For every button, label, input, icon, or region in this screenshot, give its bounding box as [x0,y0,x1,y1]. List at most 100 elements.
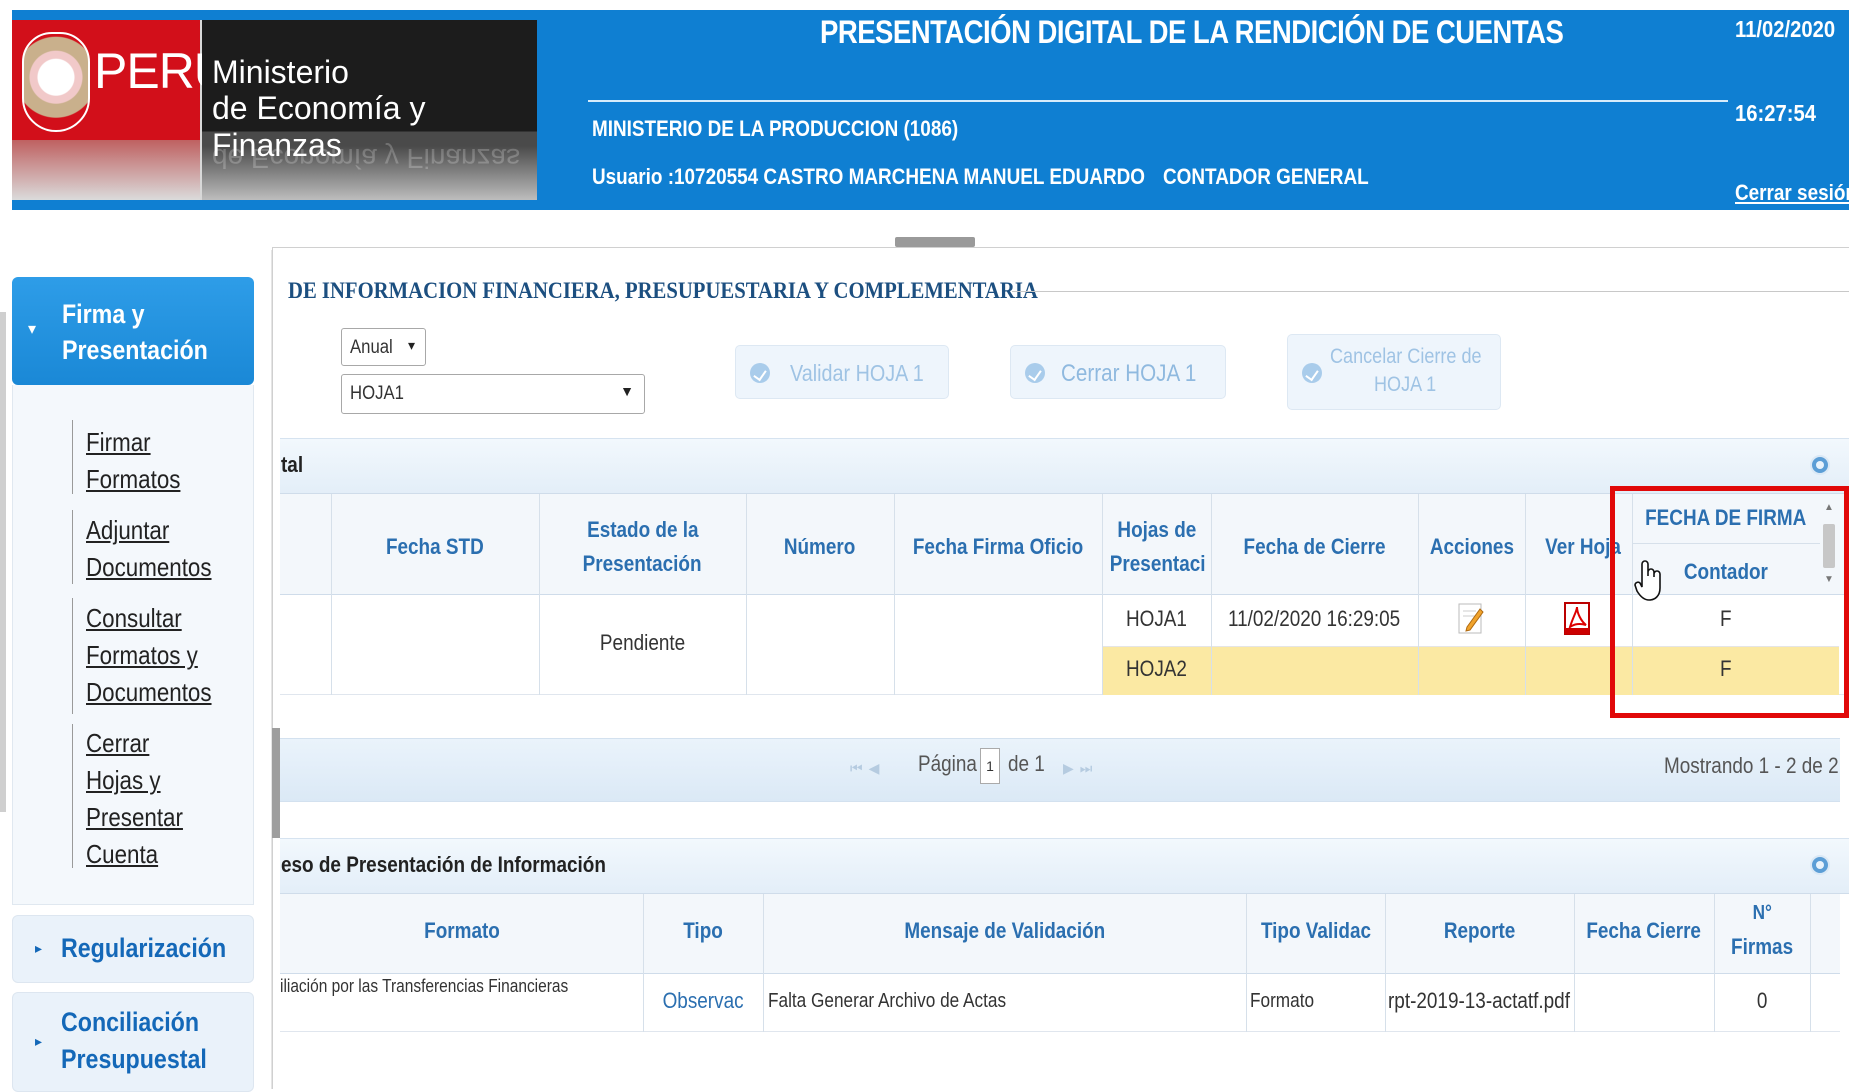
caret-down-icon: ▾ [28,321,37,338]
tree-line [72,724,73,868]
collapse-icon[interactable] [1810,855,1830,875]
sidebar-item-firmar-formatos-line1[interactable]: Firmar [86,424,151,461]
sidebar-item-cerrar-line4[interactable]: Cuenta [86,836,158,873]
check-circle-icon [1302,363,1322,383]
column-header-estado-line1[interactable]: Estado de la [539,515,746,545]
cell-hoja: HOJA1 [1125,606,1187,631]
column-header-fecha-cierre[interactable]: Fecha Cierre [1574,916,1714,946]
column-header-formato[interactable]: Formato [280,916,643,946]
user-info: Usuario :10720554 CASTRO MARCHENA MANUEL… [592,164,1145,189]
tree-line [72,598,73,714]
tree-line [72,420,73,494]
cell-tipo-link[interactable]: Observac [643,988,763,1014]
column-header-fecha-firma-oficio[interactable]: Fecha Firma Oficio [894,532,1102,562]
accordion-regularizacion[interactable]: ▸ Regularización [12,915,254,983]
pager-page-label: Página [918,751,977,776]
check-circle-icon [1025,363,1045,383]
pager-total: de 1 [1008,751,1045,776]
header-divider [588,100,1728,102]
panel-scrollbar[interactable] [272,728,280,838]
grid1-pager [280,738,1840,802]
entity-name: MINISTERIO DE LA PRODUCCION (1086) [592,116,959,141]
page-number-input[interactable]: 1 [980,748,1000,784]
column-header-mensaje[interactable]: Mensaje de Validación [763,916,1246,946]
hand-cursor-icon [1634,560,1661,601]
page-title: PRESENTACIÓN DIGITAL DE LA RENDICIÓN DE … [820,14,1564,50]
column-header-hojas-line1[interactable]: Hojas de [1102,515,1211,545]
sheet-select-value: HOJA1 [350,383,404,404]
validate-sheet-label: Validar HOJA 1 [790,360,924,386]
sidebar-item-adjuntar-documentos-line1[interactable]: Adjuntar [86,512,169,549]
sidebar-item-consultar-line2[interactable]: Formatos y [86,637,198,674]
logo-reflection: de Economía y Finanzas [212,143,521,174]
column-header-numero[interactable]: Número [746,532,894,562]
cell-reporte[interactable]: rpt-2019-13-actatf.pdf [1388,988,1574,1014]
caret-right-icon: ▸ [35,1033,43,1049]
accordion-label-line2: Presentación [62,335,208,365]
close-sheet-label: Cerrar HOJA 1 [1061,360,1197,387]
accordion-label-line1: Conciliación [61,1007,200,1037]
column-header-nfirmas-line1[interactable]: N° [1714,898,1810,928]
mef-logo: PERÚ Ministerio de Economía y Finanzas d… [12,20,537,200]
pdf-icon[interactable] [1563,601,1593,637]
first-prev-page-icons[interactable]: ⏮◀ [850,760,885,777]
cell-mensaje: Falta Generar Archivo de Actas [768,990,1007,1012]
column-header-tipo-validac[interactable]: Tipo Validac [1246,916,1385,946]
logo-line1: Ministerio [212,54,349,90]
header-time: 16:27:54 [1735,100,1817,126]
pager-record-info: Mostrando 1 - 2 de 2 [1664,753,1839,778]
validate-sheet-button[interactable]: Validar HOJA 1 [735,345,949,399]
cancel-close-label-line1: Cancelar Cierre de [1330,345,1482,368]
user-role: CONTADOR GENERAL [1163,164,1369,189]
next-last-page-icons[interactable]: ▶⏭ [1063,760,1098,777]
accordion-label-line2: Presupuestal [61,1044,207,1074]
grid2-title: eso de Presentación de Información [281,852,606,877]
sidebar-item-cerrar-line3[interactable]: Presentar [86,799,183,836]
column-header-nfirmas-line2[interactable]: Firmas [1714,932,1810,962]
accordion-firma-presentacion[interactable]: ▾ Firma y Presentación [12,277,254,385]
cell-fecha-cierre [1211,656,1418,682]
cell-tipo-validac: Formato [1250,990,1315,1012]
column-header-reporte[interactable]: Reporte [1385,916,1574,946]
coat-of-arms-icon [22,32,90,132]
column-header-estado-line2[interactable]: Presentación [539,549,746,579]
sidebar-edge [0,312,6,812]
column-header-fecha-std[interactable]: Fecha STD [331,532,539,562]
period-select-value: Anual [350,337,393,358]
cell-hoja: HOJA2 [1125,656,1187,681]
accordion-conciliacion[interactable]: ▸ Conciliación Presupuestal [12,992,254,1092]
accordion-label: Regularización [61,933,227,963]
close-sheet-button[interactable]: Cerrar HOJA 1 [1010,345,1226,399]
cell-estado: Pendiente [599,630,686,655]
column-header-hojas-line2[interactable]: Presentaci [1102,549,1211,579]
cell-formato: iliación por las Transferencias Financie… [280,976,569,996]
chevron-down-icon: ▼ [620,383,634,399]
cell-nfirmas: 0 [1756,988,1768,1013]
sidebar-item-adjuntar-documentos-line2[interactable]: Documentos [86,549,212,586]
caret-right-icon: ▸ [35,940,43,956]
cancel-close-sheet-button[interactable]: Cancelar Cierre de HOJA 1 [1287,334,1501,410]
app-header: PERÚ Ministerio de Economía y Finanzas d… [0,0,1849,212]
column-header-fecha-cierre[interactable]: Fecha de Cierre [1211,532,1418,562]
column-header-tipo[interactable]: Tipo [643,916,763,946]
highlight-annotation-box [1610,486,1849,718]
sidebar-item-cerrar-line2[interactable]: Hojas y [86,762,161,799]
sidebar-item-firmar-formatos-line2[interactable]: Formatos [86,461,180,498]
cell-fecha-cierre: 11/02/2020 16:29:05 [1228,606,1401,631]
header-date: 11/02/2020 [1735,16,1836,42]
splitter-handle[interactable] [895,237,975,247]
grid1-title: tal [281,452,304,477]
sidebar-item-cerrar-line1[interactable]: Cerrar [86,725,149,762]
section-title: DE INFORMACION FINANCIERA, PRESUPUESTARI… [288,278,1038,303]
sheet-select[interactable]: HOJA1 ▼ [341,374,645,414]
chevron-down-icon: ▾ [407,337,415,353]
sidebar-item-consultar-line3[interactable]: Documentos [86,674,212,711]
accordion-label-line1: Firma y [62,299,145,329]
sidebar-item-consultar-line1[interactable]: Consultar [86,600,182,637]
edit-document-icon[interactable] [1458,603,1484,635]
period-select[interactable]: Anual ▾ [341,328,426,366]
column-header-acciones[interactable]: Acciones [1418,532,1525,562]
logout-link[interactable]: Cerrar sesión [1735,180,1849,206]
collapse-icon[interactable] [1810,455,1830,475]
check-circle-icon [750,363,770,383]
